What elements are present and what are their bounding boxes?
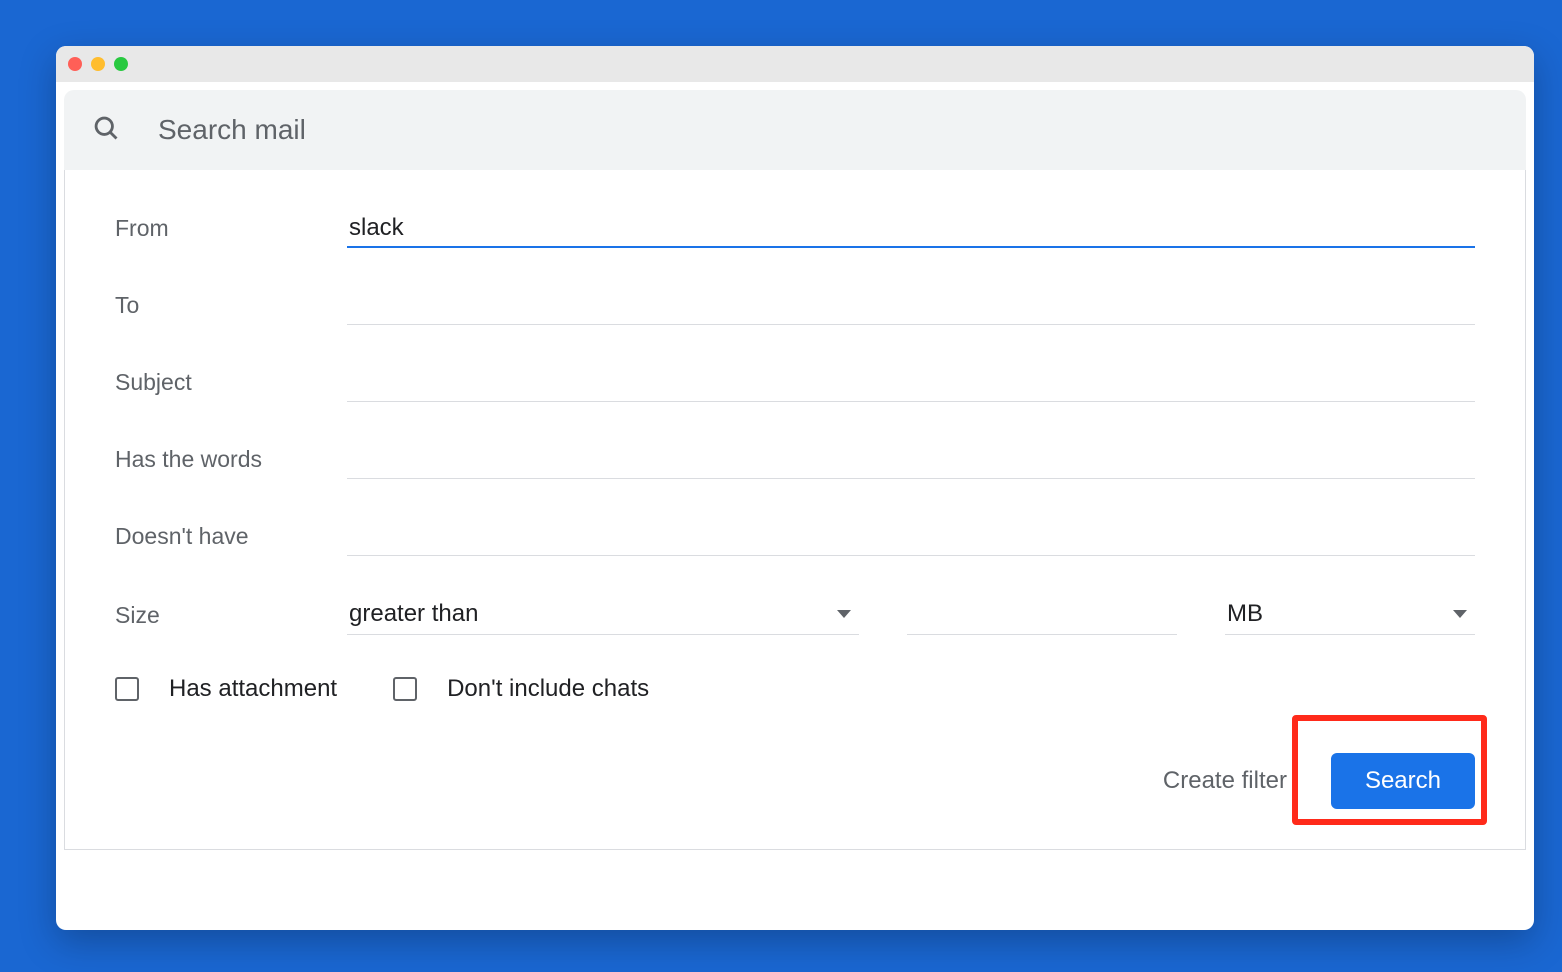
subject-input[interactable] — [347, 365, 1475, 402]
has-words-input[interactable] — [347, 442, 1475, 479]
has-attachment-checkbox[interactable] — [115, 677, 139, 701]
dont-include-chats-label: Don't include chats — [447, 675, 649, 703]
search-bar[interactable] — [64, 90, 1526, 170]
search-button[interactable]: Search — [1331, 753, 1475, 809]
has-attachment-label: Has attachment — [169, 675, 337, 703]
to-input[interactable] — [347, 288, 1475, 325]
size-comparator-select[interactable]: greater than — [347, 596, 859, 635]
minimize-traffic-light-icon[interactable] — [91, 57, 105, 71]
subject-label: Subject — [115, 369, 347, 402]
from-input[interactable] — [347, 210, 1475, 248]
size-unit-value: MB — [1227, 600, 1263, 628]
chevron-down-icon — [1453, 610, 1467, 618]
chevron-down-icon — [837, 610, 851, 618]
size-comparator-value: greater than — [349, 600, 478, 628]
advanced-search-panel: From To Subject Has the words Doesn't ha… — [64, 170, 1526, 850]
size-amount-input[interactable] — [907, 601, 1177, 635]
close-traffic-light-icon[interactable] — [68, 57, 82, 71]
search-input[interactable] — [156, 113, 1498, 147]
to-label: To — [115, 292, 347, 325]
zoom-traffic-light-icon[interactable] — [114, 57, 128, 71]
from-label: From — [115, 215, 347, 248]
has-words-label: Has the words — [115, 446, 347, 479]
size-label: Size — [115, 602, 347, 635]
search-icon — [92, 114, 120, 147]
window-titlebar — [56, 46, 1534, 82]
doesnt-have-input[interactable] — [347, 519, 1475, 556]
size-unit-select[interactable]: MB — [1225, 596, 1475, 635]
app-window: From To Subject Has the words Doesn't ha… — [56, 46, 1534, 930]
create-filter-link[interactable]: Create filter — [1163, 767, 1287, 795]
doesnt-have-label: Doesn't have — [115, 523, 347, 556]
dont-include-chats-checkbox[interactable] — [393, 677, 417, 701]
